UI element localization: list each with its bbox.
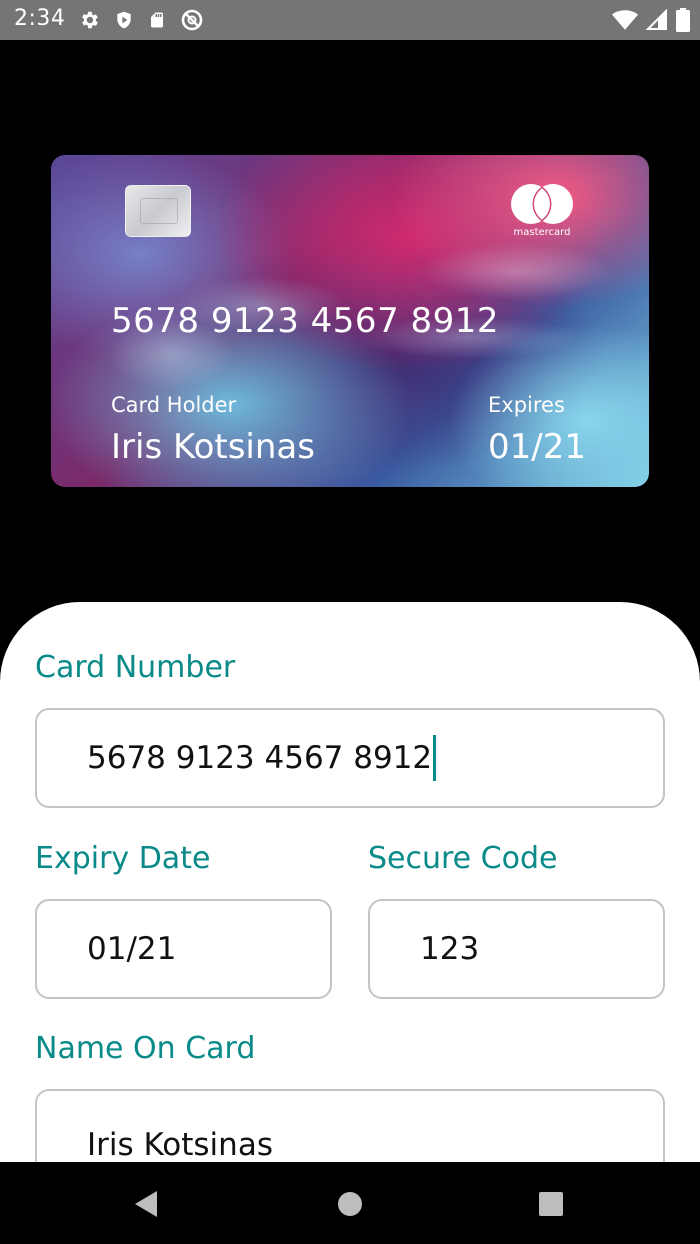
status-icons-left bbox=[78, 8, 204, 32]
mastercard-logo: mastercard bbox=[505, 183, 579, 241]
block-icon bbox=[181, 9, 203, 31]
text-caret bbox=[433, 735, 437, 781]
card-chip bbox=[125, 185, 191, 237]
sd-card-icon bbox=[151, 12, 163, 28]
status-icons-right bbox=[612, 8, 690, 32]
back-icon bbox=[135, 1191, 157, 1217]
credit-card-preview: mastercard 5678 9123 4567 8912 Card Hold… bbox=[51, 155, 649, 487]
home-icon bbox=[338, 1192, 362, 1216]
expiry-date-label: Expiry Date bbox=[35, 841, 211, 876]
status-bar: 2:34 bbox=[0, 0, 700, 40]
expiry-date-input-value: 01/21 bbox=[87, 931, 177, 967]
card-expires-label: Expires bbox=[488, 393, 565, 417]
recents-icon bbox=[539, 1192, 563, 1216]
name-on-card-input-value: Iris Kotsinas bbox=[87, 1127, 273, 1162]
card-number-input[interactable]: 5678 9123 4567 8912 bbox=[35, 708, 665, 808]
secure-code-input[interactable]: 123 bbox=[368, 899, 665, 999]
card-form: Card Number 5678 9123 4567 8912 Expiry D… bbox=[0, 602, 700, 1162]
navigation-bar bbox=[0, 1162, 700, 1244]
back-button[interactable] bbox=[125, 1184, 165, 1224]
wifi-icon bbox=[612, 10, 638, 30]
recents-button[interactable] bbox=[531, 1184, 571, 1224]
name-on-card-label: Name On Card bbox=[35, 1031, 256, 1066]
card-preview-area: mastercard 5678 9123 4567 8912 Card Hold… bbox=[0, 40, 700, 602]
card-number-display: 5678 9123 4567 8912 bbox=[111, 301, 500, 341]
name-on-card-input[interactable]: Iris Kotsinas bbox=[35, 1089, 665, 1162]
battery-icon bbox=[676, 8, 690, 32]
signal-icon bbox=[646, 9, 667, 30]
card-holder-name: Iris Kotsinas bbox=[111, 427, 315, 467]
mastercard-wordmark: mastercard bbox=[513, 227, 571, 238]
home-button[interactable] bbox=[330, 1184, 370, 1224]
card-number-label: Card Number bbox=[35, 650, 236, 685]
gear-icon bbox=[82, 11, 98, 29]
expiry-date-input[interactable]: 01/21 bbox=[35, 899, 332, 999]
card-expires-value: 01/21 bbox=[488, 427, 586, 467]
secure-code-label: Secure Code bbox=[368, 841, 558, 876]
status-time: 2:34 bbox=[14, 6, 66, 31]
secure-code-input-value: 123 bbox=[420, 931, 480, 967]
mastercard-circles-icon bbox=[511, 184, 573, 224]
card-number-input-value: 5678 9123 4567 8912 bbox=[87, 740, 433, 776]
shield-icon bbox=[117, 11, 131, 29]
card-holder-label: Card Holder bbox=[111, 393, 237, 417]
